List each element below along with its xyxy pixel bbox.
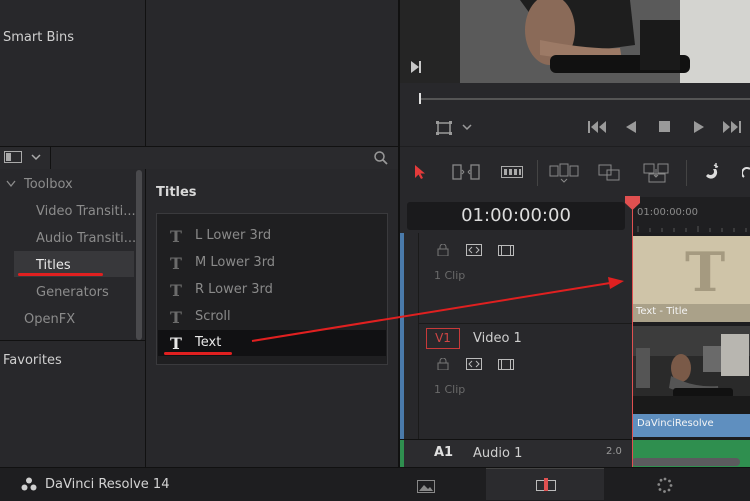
davinci-logo-icon (21, 477, 37, 491)
fusion-page-icon[interactable] (657, 477, 673, 493)
annotation-arrow (251, 277, 624, 342)
edit-page-top-indicator (486, 468, 604, 469)
edit-page-icon[interactable] (536, 478, 556, 492)
app-name: DaVinci Resolve 14 (45, 477, 170, 492)
media-page-icon[interactable] (417, 480, 435, 493)
